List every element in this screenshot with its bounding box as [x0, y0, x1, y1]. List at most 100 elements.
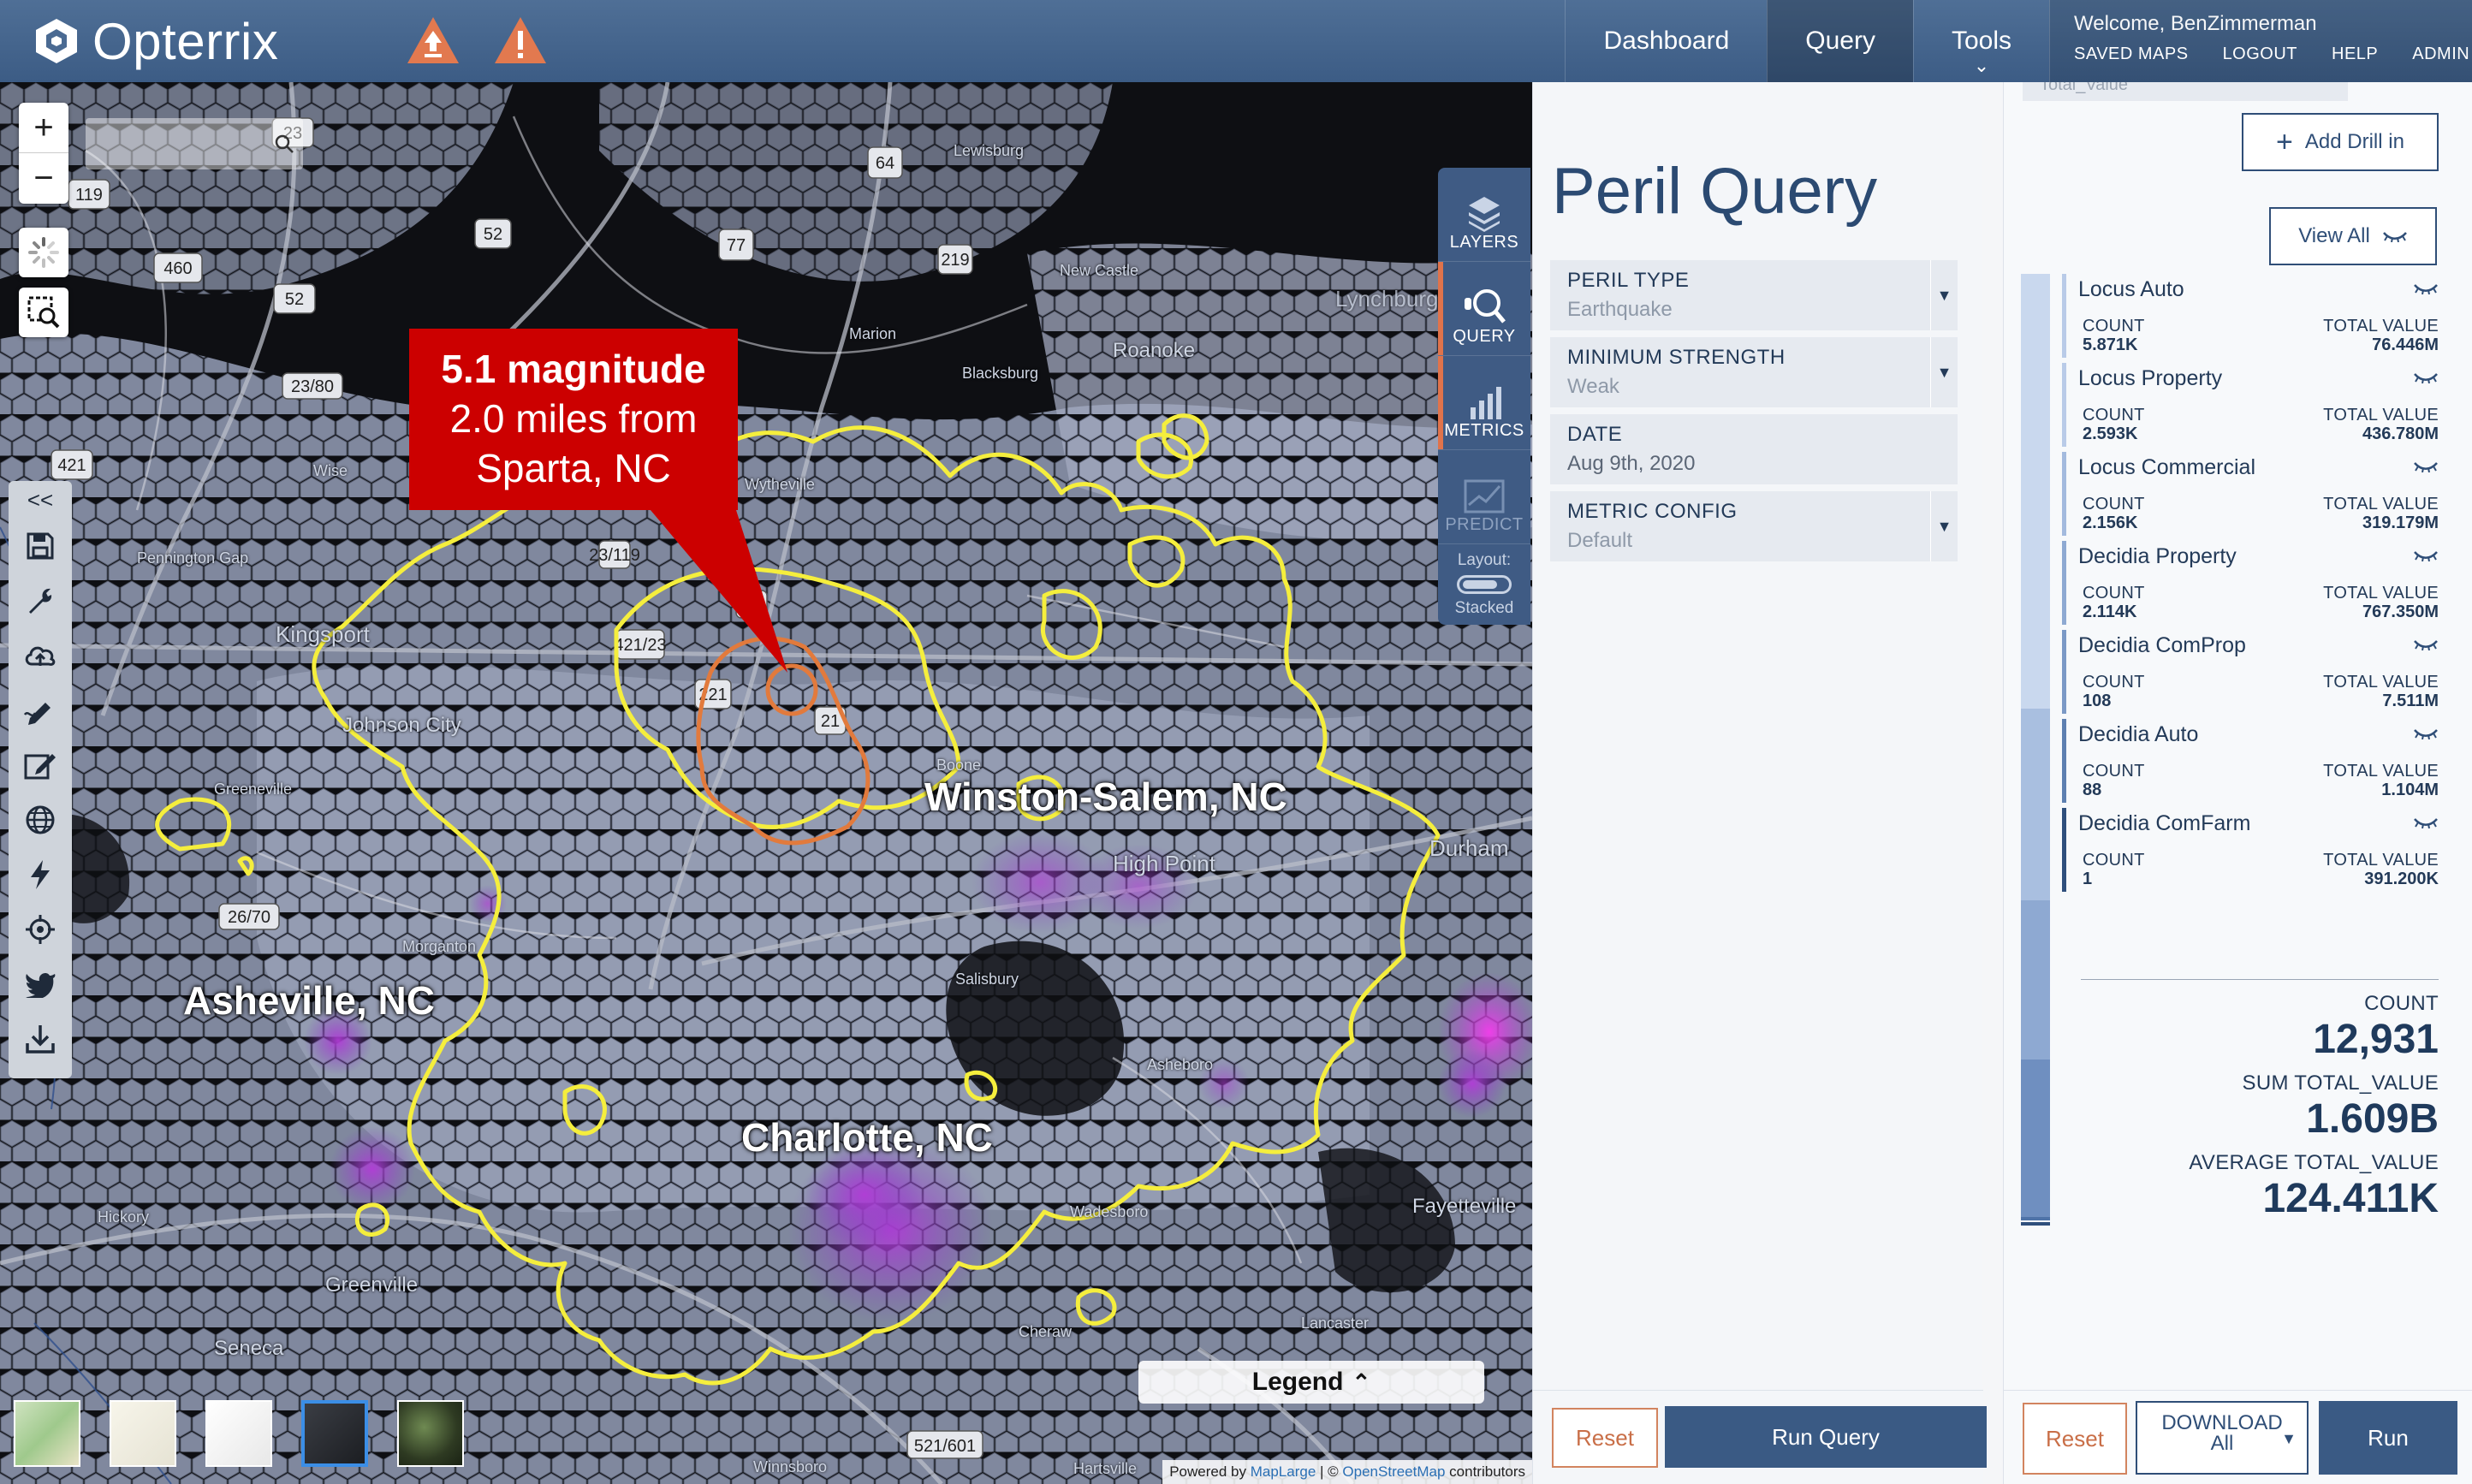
map-attribution: Powered by MapLarge | © OpenStreetMap co… — [1162, 1460, 1532, 1484]
callout-location: Sparta, NC — [476, 446, 671, 490]
basemap-light[interactable] — [110, 1400, 176, 1467]
minimum-strength-select[interactable]: MINIMUM STRENGTH Weak ▼ — [1550, 337, 1958, 407]
metric-item[interactable]: Locus Commercial COUNT TOTAL VALUE 2.156K… — [2062, 452, 2439, 536]
place-label: New Castle — [1060, 262, 1139, 279]
place-label: Durham — [1429, 835, 1509, 861]
main-nav: Dashboard Query Tools ⌄ Welcome, BenZimme… — [1565, 0, 2472, 82]
download-all-button[interactable]: DOWNLOAD All ▼ — [2136, 1401, 2309, 1475]
eye-closed-icon[interactable] — [2413, 371, 2439, 383]
tab-query[interactable]: QUERY — [1438, 262, 1530, 356]
place-label: Marion — [849, 325, 897, 342]
route-label: 460 — [163, 259, 192, 278]
place-label: Fayetteville — [1412, 1195, 1517, 1218]
metrics-reset-button[interactable]: Reset — [2023, 1403, 2127, 1475]
basemap-terrain[interactable] — [14, 1400, 80, 1467]
warning-icon[interactable] — [493, 15, 548, 65]
place-label: Wytheville — [745, 476, 815, 493]
view-all-button[interactable]: View All — [2269, 207, 2437, 265]
place-label: Johnson City — [342, 714, 461, 737]
zoom-in-button[interactable]: + — [19, 103, 68, 153]
route-label: 23/80 — [291, 377, 334, 396]
stack-segment — [2021, 1217, 2050, 1220]
saved-maps-link[interactable]: SAVED MAPS — [2074, 45, 2189, 64]
callout-magnitude: 5.1 magnitude — [441, 347, 706, 391]
place-label: Roanoke — [1113, 339, 1196, 362]
zoom-out-button[interactable]: − — [19, 153, 68, 204]
place-label: Kingsport — [276, 621, 370, 647]
run-query-button[interactable]: Run Query — [1665, 1406, 1987, 1468]
basemap-white[interactable] — [205, 1400, 272, 1467]
metric-config-select[interactable]: METRIC CONFIG Default ▼ — [1550, 491, 1958, 561]
save-tool[interactable] — [9, 519, 72, 573]
tab-predict[interactable]: PREDICT — [1438, 450, 1530, 544]
summary-sum: 1.609B — [2306, 1096, 2439, 1142]
nav-query[interactable]: Query — [1767, 0, 1913, 82]
zoom-to-selection-button[interactable] — [19, 288, 68, 337]
dropdown-arrow-icon: ▼ — [2281, 1430, 2297, 1447]
route-label: 421 — [57, 456, 86, 475]
legend-toggle[interactable]: Legend ⌃ — [1138, 1361, 1484, 1404]
cloud-tool[interactable] — [9, 628, 72, 683]
nav-dashboard[interactable]: Dashboard — [1565, 0, 1767, 82]
maplarge-link[interactable]: MapLarge — [1251, 1463, 1316, 1480]
collapse-toolbar-button[interactable]: << — [9, 481, 72, 519]
map-view[interactable]: 119 460 52 52 64 77 219 21 221 21 421 42… — [0, 82, 1532, 1484]
user-links: SAVED MAPS LOGOUT HELP ADMIN — [2074, 45, 2472, 64]
dropdown-arrow-icon[interactable]: ▼ — [1930, 260, 1958, 330]
stack-segment — [2021, 709, 2050, 900]
search-icon — [275, 134, 294, 153]
dropdown-arrow-icon[interactable]: ▼ — [1930, 491, 1958, 561]
layout-switch[interactable] — [1457, 575, 1512, 594]
map-search-input[interactable] — [86, 118, 303, 169]
metrics-run-button[interactable]: Run — [2319, 1401, 2457, 1475]
eye-closed-icon[interactable] — [2413, 460, 2439, 472]
stack-segment — [2021, 274, 2050, 709]
app-logo[interactable]: Opterrix — [33, 10, 278, 72]
admin-link[interactable]: ADMIN — [2412, 45, 2469, 64]
globe-tool[interactable] — [9, 792, 72, 847]
help-link[interactable]: HELP — [2332, 45, 2378, 64]
edit-tool[interactable] — [9, 738, 72, 792]
logout-link[interactable]: LOGOUT — [2223, 45, 2297, 64]
lightning-tool[interactable] — [9, 847, 72, 902]
upload-alert-icon[interactable] — [406, 15, 461, 65]
osm-link[interactable]: OpenStreetMap — [1342, 1463, 1445, 1480]
metric-item[interactable]: Decidia Auto COUNT TOTAL VALUE 88 1.104M — [2062, 719, 2439, 803]
eye-closed-icon[interactable] — [2413, 638, 2439, 650]
place-label: Lancaster — [1301, 1315, 1370, 1332]
layout-toggle[interactable]: Layout: Stacked — [1438, 544, 1530, 625]
draw-tool[interactable] — [9, 683, 72, 738]
spinner-icon — [28, 237, 59, 268]
download-tool[interactable] — [9, 1012, 72, 1066]
metric-item[interactable]: Decidia ComProp COUNT TOTAL VALUE 108 7.51… — [2062, 630, 2439, 714]
date-field[interactable]: DATE Aug 9th, 2020 — [1550, 414, 1958, 484]
locate-tool[interactable] — [9, 902, 72, 957]
metric-item[interactable]: Decidia Property COUNT TOTAL VALUE 2.114K… — [2062, 541, 2439, 625]
lightning-icon — [31, 860, 50, 889]
basemap-dark[interactable] — [301, 1400, 368, 1467]
loading-button[interactable] — [19, 228, 68, 277]
peril-type-select[interactable]: PERIL TYPE Earthquake ▼ — [1550, 260, 1958, 330]
eye-closed-icon[interactable] — [2413, 282, 2439, 294]
metric-item[interactable]: Decidia ComFarm COUNT TOTAL VALUE 1 391.20… — [2062, 808, 2439, 892]
place-label: Lynchburg — [1335, 286, 1439, 312]
reset-button[interactable]: Reset — [1552, 1408, 1658, 1468]
dropdown-arrow-icon[interactable]: ▼ — [1930, 337, 1958, 407]
tab-metrics[interactable]: METRICS — [1438, 356, 1530, 450]
eye-closed-icon[interactable] — [2413, 549, 2439, 561]
page-title: Peril Query — [1552, 155, 1878, 228]
wrench-tool[interactable] — [9, 573, 72, 628]
place-label: Wise — [313, 462, 348, 479]
eye-closed-icon[interactable] — [2413, 727, 2439, 739]
nav-tools[interactable]: Tools ⌄ — [1912, 0, 2049, 82]
metric-item[interactable]: Locus Property COUNT TOTAL VALUE 2.593K 43… — [2062, 363, 2439, 447]
add-drill-in-button[interactable]: + Add Drill in — [2242, 113, 2439, 171]
tab-layers[interactable]: LAYERS — [1438, 168, 1530, 262]
metric-item[interactable]: Locus Auto COUNT TOTAL VALUE 5.871K 76.446… — [2062, 274, 2439, 358]
map-toolbar: << — [9, 481, 72, 1078]
summary-average: 124.411K — [2262, 1176, 2439, 1221]
twitter-tool[interactable] — [9, 957, 72, 1012]
basemap-satellite[interactable] — [397, 1400, 464, 1467]
eye-closed-icon[interactable] — [2413, 816, 2439, 828]
chevron-down-icon: ⌄ — [1973, 55, 1990, 76]
